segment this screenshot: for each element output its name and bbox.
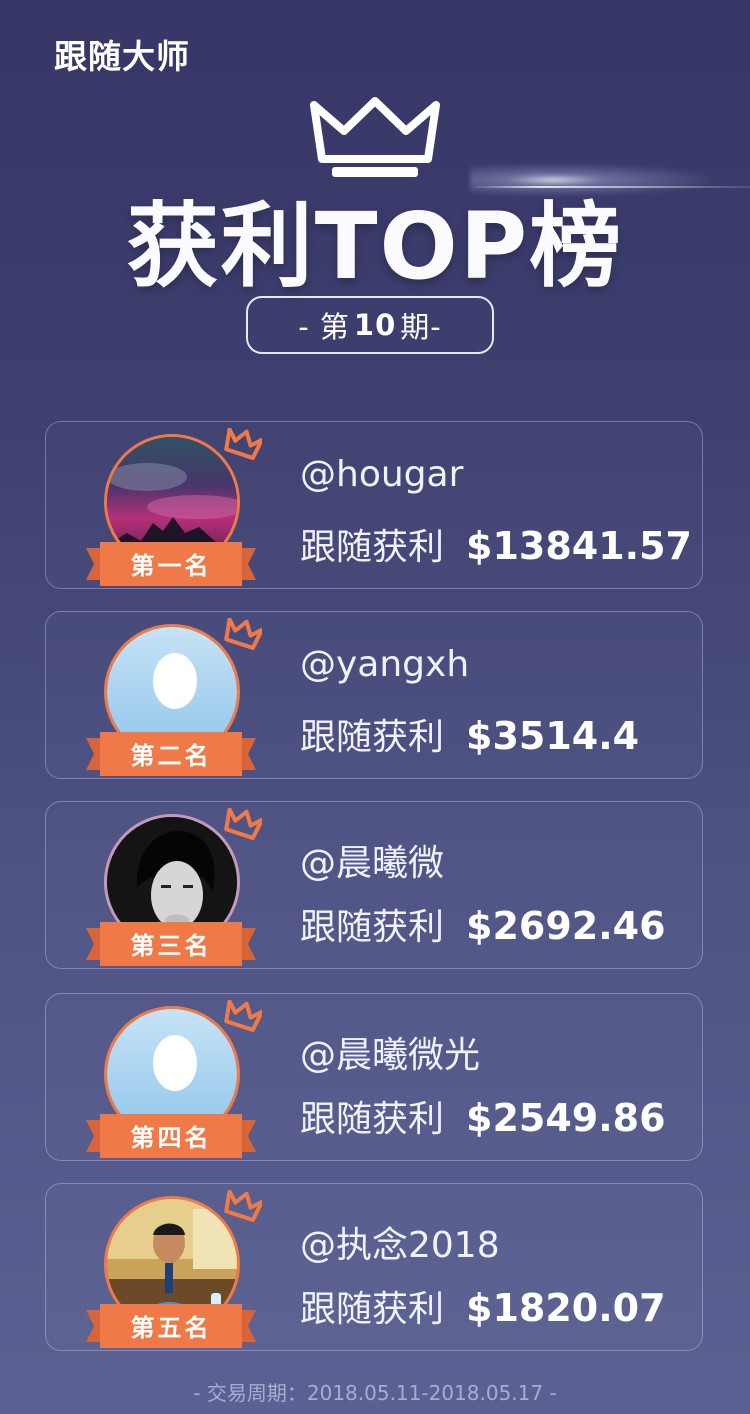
rank-label: 第二名 [130,742,212,770]
username[interactable]: @执念2018 [300,1216,500,1268]
rank-label: 第一名 [130,552,212,580]
profit-row: 跟随获利 $13841.57 [300,518,692,570]
profit-row: 跟随获利 $3514.4 [300,708,639,760]
mini-crown-icon [224,808,262,840]
rank-label: 第五名 [130,1314,212,1342]
profit-amount: $1820.07 [466,1286,666,1330]
username[interactable]: @hougar [300,454,463,495]
profit-label: 跟随获利 [300,907,445,948]
mini-crown-icon [224,1190,262,1222]
page-title: 获利TOP榜 [126,193,624,300]
issue-badge: - 第 10 期- [246,296,494,354]
crown-icon [310,97,440,177]
profit-label: 跟随获利 [300,717,445,758]
profit-label: 跟随获利 [300,1099,445,1140]
ranking-card-1[interactable]: 第一名 @hougar 跟随获利 $13841.57 [45,421,703,589]
issue-number: 10 [353,308,397,342]
issue-suffix: 期- [400,310,442,344]
rank-label: 第四名 [130,1124,212,1152]
profit-row: 跟随获利 $1820.07 [300,1280,666,1332]
mini-crown-icon [224,1000,262,1032]
profit-label: 跟随获利 [300,1289,445,1330]
username[interactable]: @yangxh [300,644,469,685]
profit-row: 跟随获利 $2692.46 [300,898,666,950]
username[interactable]: @晨曦微 [300,834,444,886]
profit-label: 跟随获利 [300,527,445,568]
trading-period: - 交易周期：2018.05.11-2018.05.17 - [193,1381,557,1405]
rank-label: 第三名 [130,932,212,960]
profit-amount: $13841.57 [466,524,692,568]
profit-row: 跟随获利 $2549.86 [300,1090,666,1142]
profit-amount: $2549.86 [466,1096,666,1140]
mini-crown-icon [224,618,262,650]
ranking-card-5[interactable]: 第五名 @执念2018 跟随获利 $1820.07 [45,1183,703,1351]
ranking-card-2[interactable]: 第二名 @yangxh 跟随获利 $3514.4 [45,611,703,779]
brand-label: 跟随大师 [54,37,190,76]
issue-prefix: - 第 [298,310,350,344]
username[interactable]: @晨曦微光 [300,1026,480,1078]
profit-amount: $2692.46 [466,904,666,948]
ranking-card-4[interactable]: 第四名 @晨曦微光 跟随获利 $2549.86 [45,993,703,1161]
profit-amount: $3514.4 [466,714,640,758]
ranking-card-3[interactable]: 第三名 @晨曦微 跟随获利 $2692.46 [45,801,703,969]
mini-crown-icon [224,428,262,460]
